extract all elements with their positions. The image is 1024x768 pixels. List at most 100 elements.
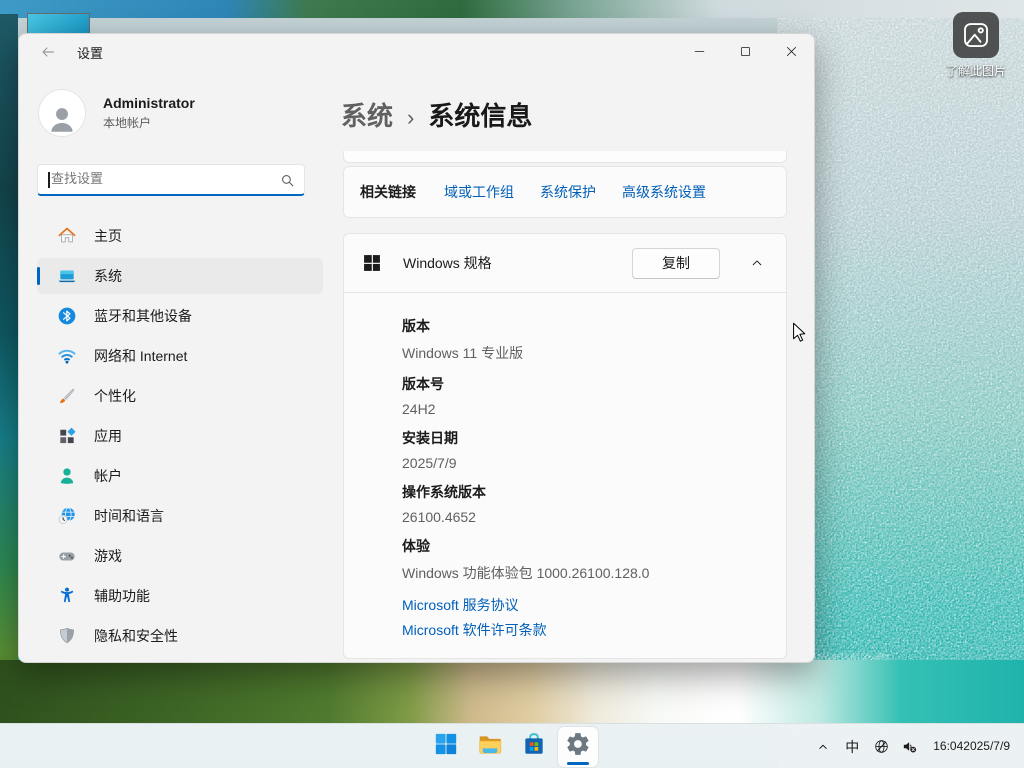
wallpaper-beach-strip (0, 660, 1024, 723)
sidebar-item-system[interactable]: 系统 (37, 258, 323, 294)
sidebar-item-accessibility[interactable]: 辅助功能 (37, 578, 323, 614)
sidebar-item-time-language[interactable]: 时间和语言 (37, 498, 323, 534)
taskbar-app-start[interactable] (426, 727, 466, 767)
network-icon (57, 346, 77, 366)
wallpaper-left-strip (0, 14, 18, 723)
sidebar-item-personalization[interactable]: 个性化 (37, 378, 323, 414)
user-account[interactable]: Administrator 本地帐户 (39, 90, 323, 136)
privacy-icon (57, 626, 77, 646)
minimize-button[interactable] (676, 34, 722, 69)
copy-button[interactable]: 复制 (632, 247, 720, 279)
spec-field: 操作系统版本 26100.4652 (402, 482, 766, 525)
sidebar-item-label: 辅助功能 (94, 588, 150, 604)
store-icon (521, 731, 547, 762)
spec-field: 版本 Windows 11 专业版 (402, 316, 766, 363)
home-icon (57, 226, 77, 246)
text-caret (48, 172, 50, 188)
windows-spec-header[interactable]: Windows 规格 复制 (344, 234, 786, 292)
sidebar-item-label: 主页 (94, 228, 122, 244)
spec-field: 安装日期 2025/7/9 (402, 428, 766, 471)
spec-field-label: 安装日期 (402, 430, 458, 446)
start-icon (433, 731, 459, 762)
sidebar-item-gaming[interactable]: 游戏 (37, 538, 323, 574)
network-offline-icon[interactable] (867, 727, 895, 767)
breadcrumb: 系统 › 系统信息 (341, 96, 787, 133)
related-links-card: 相关链接 域或工作组 系统保护 高级系统设置 (343, 166, 787, 218)
sidebar-item-label: 游戏 (94, 548, 122, 564)
spec-field-label: 版本号 (402, 376, 444, 392)
spec-field-label: 操作系统版本 (402, 484, 486, 500)
settings-search-box[interactable] (37, 164, 305, 196)
accounts-icon (57, 466, 77, 486)
microsoft-terms-link[interactable]: Microsoft 服务协议 (402, 595, 766, 615)
sidebar-item-privacy[interactable]: 隐私和安全性 (37, 618, 323, 654)
windows-spec-title: Windows 规格 (403, 255, 492, 271)
windows-spec-card: Windows 规格 复制 版本 Windows 11 专业版 版本号 24H2… (343, 233, 787, 659)
related-link[interactable]: 域或工作组 (444, 182, 514, 202)
taskbar-app-store[interactable] (514, 727, 554, 767)
taskbar-app-settings-gear[interactable] (558, 726, 598, 767)
desktop-icon-label: 了解此图片 (945, 64, 1006, 78)
titlebar[interactable]: 设置 (19, 34, 814, 70)
taskbar-app-group (426, 724, 598, 768)
search-input[interactable] (38, 165, 304, 194)
spec-field-value: 2025/7/9 (402, 455, 457, 471)
volume-muted-icon[interactable] (895, 727, 923, 767)
main-content: 系统 › 系统信息 相关链接 域或工作组 系统保护 高级系统设置 Windows… (341, 70, 814, 662)
page-title: 系统信息 (428, 101, 533, 131)
search-icon (280, 173, 295, 188)
system-tray: 中 16:04 2025/7/9 (809, 724, 1018, 768)
user-name: Administrator (103, 95, 195, 111)
related-link[interactable]: 高级系统设置 (622, 182, 706, 202)
related-link[interactable]: 系统保护 (540, 182, 596, 202)
system-icon (57, 266, 77, 286)
sidebar-item-label: 系统 (94, 268, 122, 284)
spec-field-value: 26100.4652 (402, 509, 476, 525)
spec-field-value: Windows 11 专业版 (402, 345, 524, 361)
sidebar-item-network[interactable]: 网络和 Internet (37, 338, 323, 374)
windows-logo-icon (362, 253, 382, 273)
sidebar-item-apps[interactable]: 应用 (37, 418, 323, 454)
sidebar-item-accounts[interactable]: 帐户 (37, 458, 323, 494)
spec-field-label: 版本 (402, 318, 430, 334)
sidebar-item-label: 帐户 (94, 468, 122, 484)
tray-overflow-chevron-icon[interactable] (809, 727, 837, 767)
clock[interactable]: 16:04 2025/7/9 (923, 727, 1018, 767)
partially-scrolled-card (343, 151, 787, 163)
taskbar: 中 16:04 2025/7/9 (0, 723, 1024, 768)
time-language-icon (57, 506, 77, 526)
maximize-button[interactable] (722, 34, 768, 69)
sidebar-item-label: 网络和 Internet (94, 348, 188, 364)
settings-window: 设置 Administrator 本地帐户 查找设置 主页 系统 蓝牙和其他设备… (18, 33, 815, 663)
personalization-icon (57, 386, 77, 406)
related-links-title: 相关链接 (360, 184, 416, 200)
sidebar-item-label: 应用 (94, 428, 122, 444)
avatar (39, 90, 85, 136)
microsoft-terms-link[interactable]: Microsoft 软件许可条款 (402, 620, 766, 640)
spec-field-value: Windows 功能体验包 1000.26100.128.0 (402, 565, 650, 581)
apps-icon (57, 426, 77, 446)
picture-icon (953, 12, 999, 58)
gaming-icon (57, 546, 77, 566)
user-account-type: 本地帐户 (103, 116, 152, 130)
chevron-up-icon[interactable] (742, 248, 772, 278)
sidebar-item-label: 蓝牙和其他设备 (94, 308, 192, 324)
spec-field-value: 24H2 (402, 401, 436, 417)
breadcrumb-parent[interactable]: 系统 (341, 96, 393, 133)
spec-field: 体验 Windows 功能体验包 1000.26100.128.0 (402, 536, 766, 583)
taskbar-app-explorer[interactable] (470, 727, 510, 767)
explorer-icon (477, 731, 503, 762)
spec-field-label: 体验 (402, 538, 430, 554)
sidebar: Administrator 本地帐户 主页 (19, 70, 341, 662)
window-title: 设置 (77, 45, 104, 61)
sidebar-item-bluetooth[interactable]: 蓝牙和其他设备 (37, 298, 323, 334)
close-button[interactable] (768, 34, 814, 69)
back-button[interactable] (35, 39, 61, 65)
clock-date: 2025/7/9 (963, 739, 1010, 753)
sidebar-item-label: 隐私和安全性 (94, 628, 178, 644)
desktop-icon-learn-picture[interactable]: 了解此图片 (938, 12, 1014, 79)
sidebar-nav: 主页 系统 蓝牙和其他设备 网络和 Internet 个性化 应用 帐户 时间和… (37, 218, 323, 654)
sidebar-item-home[interactable]: 主页 (37, 218, 323, 254)
ime-indicator[interactable]: 中 (837, 727, 867, 767)
sidebar-item-label: 时间和语言 (94, 508, 164, 524)
